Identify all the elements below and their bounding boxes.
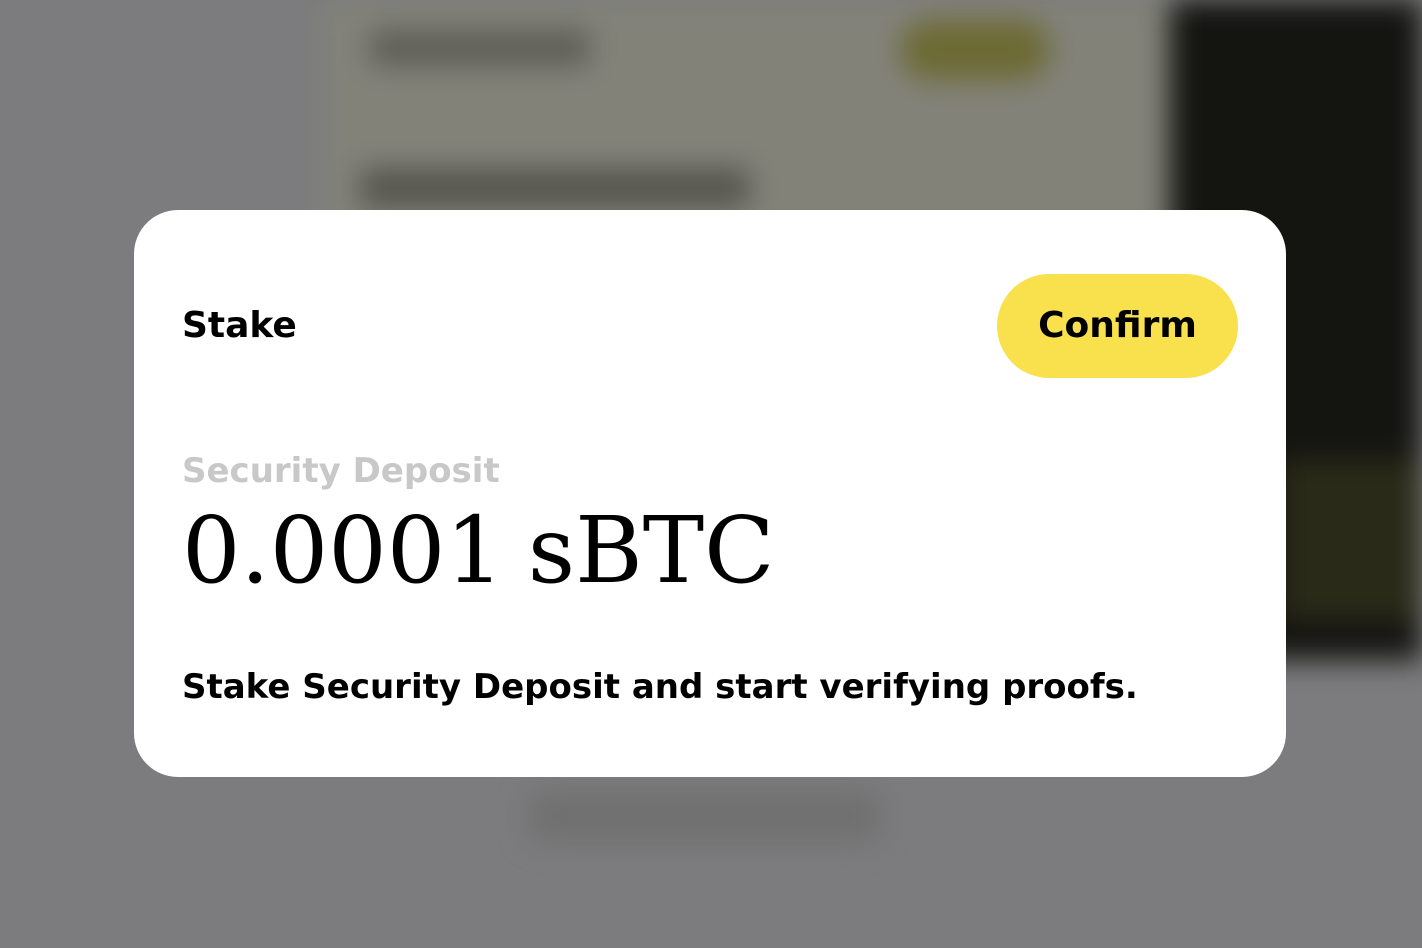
background-subheading-placeholder bbox=[360, 168, 750, 208]
security-deposit-label: Security Deposit bbox=[182, 451, 500, 491]
background-button-placeholder bbox=[900, 20, 1050, 80]
background-footer-button-placeholder bbox=[530, 790, 880, 842]
deposit-unit: sBTC bbox=[527, 497, 775, 604]
security-deposit-amount: 0.0001 sBTC bbox=[182, 496, 799, 606]
background-heading-placeholder bbox=[370, 30, 590, 66]
background-dark-accent bbox=[1280, 460, 1422, 620]
deposit-value: 0.0001 bbox=[182, 497, 504, 604]
stake-modal: Stake Confirm Security Deposit 0.0001 sBT… bbox=[134, 210, 1286, 777]
modal-title: Stake bbox=[182, 305, 297, 346]
confirm-button[interactable]: Confirm bbox=[997, 274, 1238, 378]
modal-description: Stake Security Deposit and start verifyi… bbox=[182, 667, 1138, 707]
